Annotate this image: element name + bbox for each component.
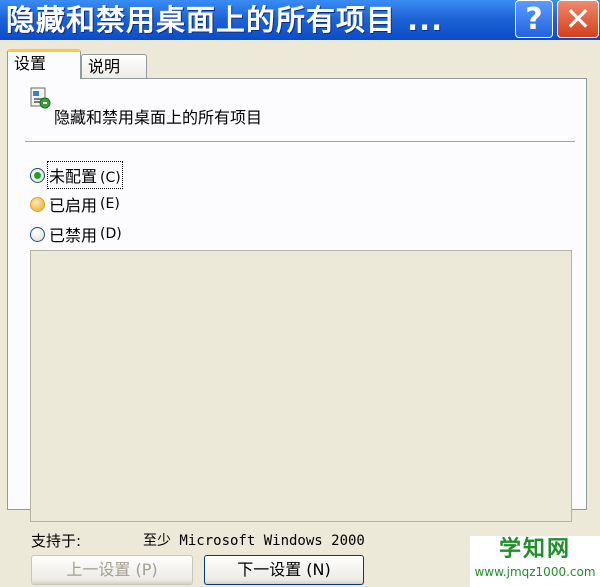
previous-setting-button[interactable]: 上一设置 (P) <box>31 555 193 585</box>
help-icon: ? <box>525 1 543 37</box>
next-setting-button[interactable]: 下一设置 (N) <box>204 555 364 585</box>
option-label: 已禁用 <box>49 226 98 245</box>
radio-button[interactable] <box>30 196 45 212</box>
window-title: 隐藏和禁用桌面上的所有项目 ... <box>6 3 444 37</box>
policy-title: 隐藏和禁用桌面上的所有项目 <box>54 108 263 127</box>
policy-setting-icon <box>30 87 51 109</box>
radio-disabled[interactable]: 已禁用 (D) <box>30 223 122 245</box>
radio-button[interactable] <box>30 226 45 242</box>
tab-settings[interactable]: 设置 <box>7 49 81 79</box>
options-area <box>30 250 572 522</box>
tab-explanation[interactable]: 说明 <box>81 54 147 80</box>
radio-enabled[interactable]: 已启用 (E) <box>30 193 120 215</box>
watermark-url: www.jmqz1000.com <box>474 565 596 579</box>
option-access-key: (D) <box>100 226 122 242</box>
option-label: 已启用 <box>49 196 98 215</box>
supported-on-value: 至少 Microsoft Windows 2000 <box>143 533 365 549</box>
divider <box>25 141 575 143</box>
option-label: 未配置 <box>49 167 98 186</box>
title-bar[interactable]: 隐藏和禁用桌面上的所有项目 ... ? ✕ <box>0 0 600 40</box>
radio-button[interactable] <box>30 167 45 183</box>
help-button[interactable]: ? <box>515 0 553 38</box>
watermark: 学知网 www.jmqz1000.com <box>470 536 600 587</box>
supported-on-label: 支持于: <box>31 532 82 550</box>
close-button[interactable]: ✕ <box>557 0 599 38</box>
watermark-logo: 学知网 <box>498 537 571 562</box>
radio-not-configured[interactable]: 未配置 (C) <box>30 161 123 189</box>
close-icon: ✕ <box>564 0 592 38</box>
option-access-key: (C) <box>100 170 121 186</box>
option-access-key: (E) <box>100 196 120 212</box>
